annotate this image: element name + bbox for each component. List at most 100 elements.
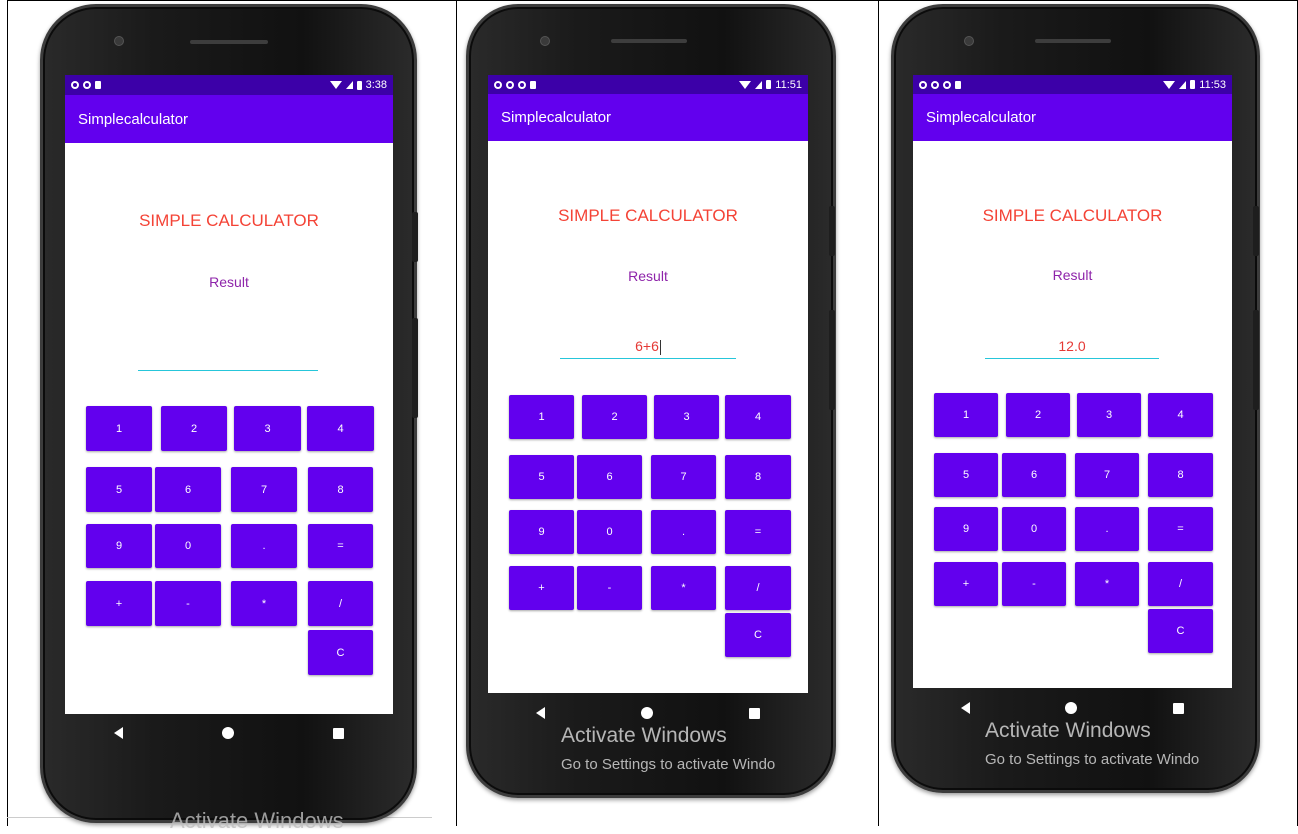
screen-1: 3:38 Simplecalculator SIMPLE CALCULATOR … — [65, 75, 393, 714]
key-8-button[interactable]: 8 — [1148, 453, 1213, 497]
page-title: SIMPLE CALCULATOR — [982, 206, 1163, 225]
key-multiply-button[interactable]: * — [651, 566, 716, 610]
key-6-button[interactable]: 6 — [577, 455, 642, 499]
key-minus-button[interactable]: - — [155, 581, 221, 626]
key-multiply-button[interactable]: * — [231, 581, 297, 626]
key-multiply-button[interactable]: * — [1075, 562, 1139, 606]
activate-windows-bottom: Activate Windows — [170, 808, 344, 833]
recents-icon[interactable] — [332, 727, 344, 739]
app-bar-title: Simplecalculator — [913, 94, 1232, 141]
recents-icon[interactable] — [749, 707, 760, 719]
camera-icon — [964, 36, 974, 46]
status-time: 11:53 — [1199, 78, 1226, 91]
key-minus-button[interactable]: - — [1002, 562, 1066, 606]
sd-card-icon — [95, 81, 101, 89]
key-dot-button[interactable]: . — [1075, 507, 1139, 551]
expression-input[interactable]: 12.0 — [985, 338, 1159, 359]
key-clear-button[interactable]: C — [1148, 609, 1213, 653]
home-icon[interactable] — [641, 707, 653, 719]
key-8-button[interactable]: 8 — [308, 467, 373, 512]
back-icon[interactable] — [536, 707, 545, 719]
signal-icon — [1179, 80, 1187, 89]
wifi-icon — [1163, 80, 1176, 89]
key-4-button[interactable]: 4 — [725, 395, 791, 439]
key-8-button[interactable]: 8 — [725, 455, 791, 499]
speaker-grille — [1035, 39, 1111, 43]
key-3-button[interactable]: 3 — [234, 406, 301, 451]
home-icon[interactable] — [221, 727, 234, 739]
key-divide-button[interactable]: / — [1148, 562, 1213, 606]
key-9-button[interactable]: 9 — [86, 524, 152, 568]
key-minus-button[interactable]: - — [577, 566, 642, 610]
app-bar-title: Simplecalculator — [488, 94, 808, 141]
speaker-grille — [611, 39, 687, 43]
key-1-button[interactable]: 1 — [509, 395, 574, 439]
key-0-button[interactable]: 0 — [155, 524, 221, 568]
notification-icon — [931, 80, 939, 89]
key-7-button[interactable]: 7 — [651, 455, 716, 499]
result-label: Result — [628, 268, 668, 284]
activate-windows-title: Activate Windows — [985, 719, 1151, 742]
speaker-grille — [190, 40, 268, 44]
back-icon[interactable] — [960, 702, 970, 714]
key-divide-button[interactable]: / — [308, 581, 373, 626]
notification-icon — [71, 81, 79, 89]
key-7-button[interactable]: 7 — [231, 467, 297, 512]
key-equals-button[interactable]: = — [725, 510, 791, 554]
status-time: 3:38 — [365, 79, 387, 91]
key-plus-button[interactable]: + — [934, 562, 998, 606]
key-6-button[interactable]: 6 — [155, 467, 221, 512]
key-1-button[interactable]: 1 — [934, 393, 998, 437]
notification-icon — [83, 81, 91, 89]
key-equals-button[interactable]: = — [1148, 507, 1213, 551]
key-2-button[interactable]: 2 — [1006, 393, 1070, 437]
recents-icon[interactable] — [1173, 702, 1185, 714]
battery-icon — [1190, 80, 1196, 89]
expression-input[interactable]: 6+6 — [560, 338, 736, 359]
status-bar: 11:53 — [913, 75, 1232, 94]
screen-2: 11:51 Simplecalculator SIMPLE CALCULATOR… — [488, 75, 808, 693]
key-3-button[interactable]: 3 — [1077, 393, 1141, 437]
notification-icon — [506, 80, 514, 89]
system-nav-bar — [488, 706, 808, 720]
sd-card-icon — [530, 80, 536, 89]
power-button-3 — [1253, 310, 1259, 410]
key-equals-button[interactable]: = — [308, 524, 373, 568]
key-3-button[interactable]: 3 — [654, 395, 719, 439]
key-clear-button[interactable]: C — [725, 613, 791, 657]
status-bar: 3:38 — [65, 75, 393, 95]
key-6-button[interactable]: 6 — [1002, 453, 1066, 497]
expression-input[interactable] — [138, 350, 318, 371]
key-2-button[interactable]: 2 — [161, 406, 227, 451]
status-bar: 11:51 — [488, 75, 808, 94]
key-divide-button[interactable]: / — [725, 566, 791, 610]
key-9-button[interactable]: 9 — [509, 510, 574, 554]
key-dot-button[interactable]: . — [231, 524, 297, 568]
key-0-button[interactable]: 0 — [577, 510, 642, 554]
key-4-button[interactable]: 4 — [1148, 393, 1213, 437]
back-icon[interactable] — [114, 727, 124, 739]
key-4-button[interactable]: 4 — [307, 406, 374, 451]
home-icon[interactable] — [1065, 702, 1078, 714]
key-5-button[interactable]: 5 — [934, 453, 998, 497]
activate-windows-subtitle: Go to Settings to activate Windo — [985, 751, 1200, 768]
key-plus-button[interactable]: + — [86, 581, 152, 626]
key-9-button[interactable]: 9 — [934, 507, 998, 551]
key-clear-button[interactable]: C — [308, 630, 373, 675]
system-nav-bar — [65, 725, 393, 741]
key-7-button[interactable]: 7 — [1075, 453, 1139, 497]
camera-icon — [540, 36, 550, 46]
table-border-1 — [456, 0, 457, 826]
key-1-button[interactable]: 1 — [86, 406, 152, 451]
screen-3: 11:53 Simplecalculator SIMPLE CALCULATOR… — [913, 75, 1232, 688]
result-label: Result — [209, 274, 249, 290]
page-title: SIMPLE CALCULATOR — [139, 211, 319, 230]
key-0-button[interactable]: 0 — [1002, 507, 1066, 551]
key-5-button[interactable]: 5 — [509, 455, 574, 499]
key-5-button[interactable]: 5 — [86, 467, 152, 512]
signal-icon — [345, 81, 353, 89]
key-dot-button[interactable]: . — [651, 510, 716, 554]
key-2-button[interactable]: 2 — [582, 395, 647, 439]
key-plus-button[interactable]: + — [509, 566, 574, 610]
text-cursor — [659, 339, 661, 355]
